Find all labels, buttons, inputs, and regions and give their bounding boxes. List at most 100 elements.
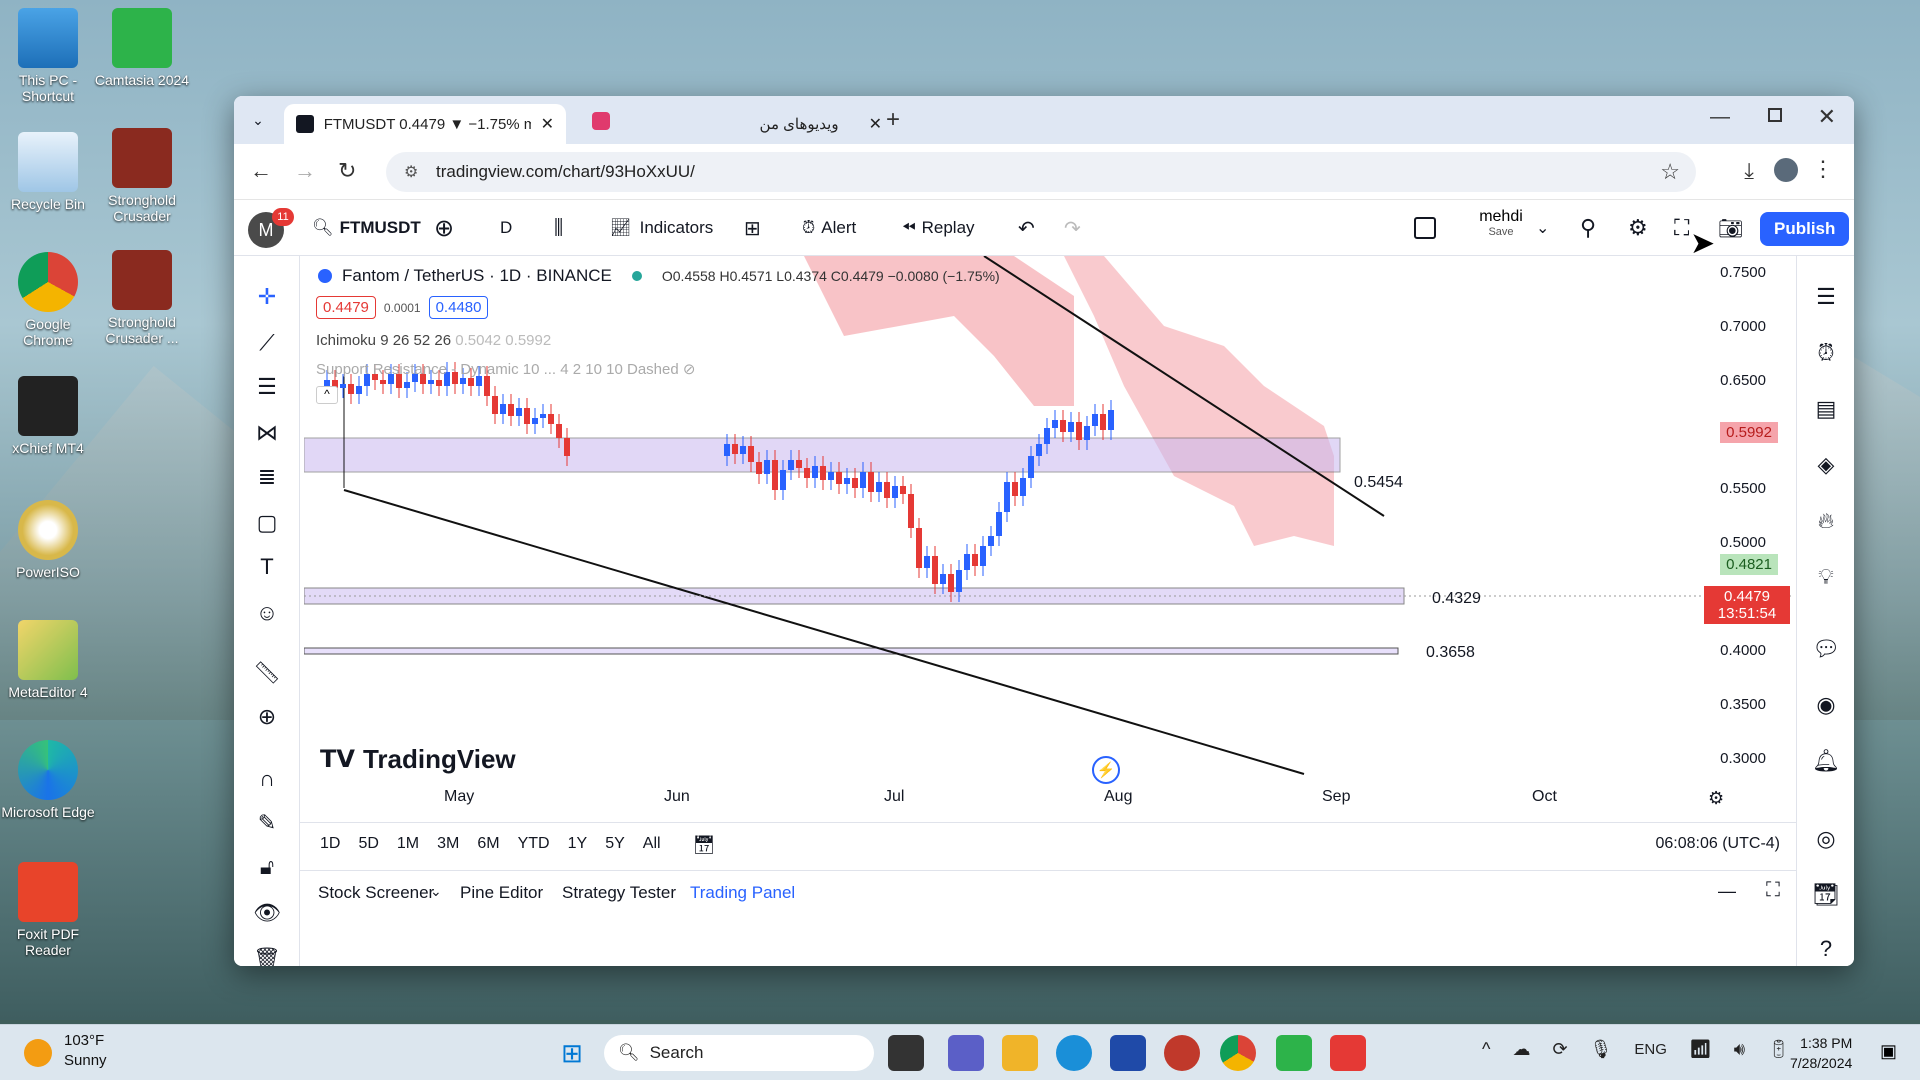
notification-center-icon[interactable]: ▣ (1880, 1041, 1897, 1062)
lock-icon[interactable]: 🔓︎ (250, 850, 284, 884)
chart-type-candles-icon[interactable]: ⫼ (554, 200, 563, 256)
tab-stock-screener[interactable]: Stock Screener (318, 883, 434, 903)
axis-settings-gear-icon[interactable]: ⚙ (1708, 788, 1724, 809)
rectangle-shape-icon[interactable]: ▢ (250, 506, 284, 540)
desktop-icon-poweriso[interactable]: PowerISO (0, 500, 96, 580)
undo-icon[interactable]: ↶ (1018, 200, 1035, 256)
trend-line-icon[interactable]: ⟋ (250, 326, 284, 360)
range-1d[interactable]: 1D (320, 835, 340, 856)
tab-strategy-tester[interactable]: Strategy Tester (562, 883, 676, 903)
chat-icon[interactable]: 💬︎ (1809, 632, 1843, 666)
dom-target-icon[interactable]: ◎ (1809, 822, 1843, 856)
symbol-search-button[interactable]: 🔍︎ FTMUSDT (312, 200, 421, 256)
text-tool-icon[interactable]: T (250, 550, 284, 584)
forward-button[interactable]: → (294, 158, 316, 184)
chrome-taskbar-icon[interactable] (1220, 1035, 1256, 1071)
close-window-button[interactable]: ✕ (1818, 104, 1836, 130)
settings-gear-icon[interactable]: ⚙ (1628, 200, 1648, 256)
compare-symbol-button[interactable]: ⊕ (434, 200, 454, 256)
indicator-sr-label[interactable]: Support Resistance - Dynamic 10 ... 4 2 … (316, 360, 695, 378)
fib-retracement-icon[interactable]: ≣ (250, 460, 284, 494)
pencil-lock-icon[interactable]: ✎ (250, 806, 284, 840)
range-1m[interactable]: 1M (397, 835, 419, 856)
screener-chevron-down-icon[interactable]: ⌄ (430, 883, 442, 900)
recorder-taskbar-icon[interactable] (1330, 1035, 1366, 1071)
chart-pane[interactable]: Fantom / TetherUS · 1D · BINANCE O0.4558… (304, 256, 1794, 821)
profile-avatar[interactable] (1774, 158, 1798, 182)
weather-widget[interactable]: 103°F Sunny (64, 1031, 107, 1071)
teams-icon[interactable] (948, 1035, 984, 1071)
horizontal-lines-icon[interactable]: ☰ (250, 370, 284, 404)
goto-date-calendar-icon[interactable]: 📅︎ (693, 835, 716, 856)
desktop-icon-recycle-bin[interactable]: Recycle Bin (0, 132, 96, 212)
replay-button[interactable]: ⏪︎ Replay (902, 200, 975, 256)
tab-pine-editor[interactable]: Pine Editor (460, 883, 543, 903)
calendar-icon[interactable]: 📆︎ (1809, 878, 1843, 912)
magnet-icon[interactable]: ∩ (250, 762, 284, 796)
file-explorer-icon[interactable] (1002, 1035, 1038, 1071)
redo-icon[interactable]: ↷ (1064, 200, 1081, 256)
ruler-icon[interactable]: 📏︎ (250, 656, 284, 690)
desktop-icon-foxit[interactable]: Foxit PDF Reader (0, 862, 96, 958)
download-icon[interactable]: ⤓ (1744, 158, 1754, 184)
help-icon[interactable]: ? (1809, 932, 1843, 966)
emoji-icon[interactable]: ☺ (250, 596, 284, 630)
tab-tradingview[interactable]: FTMUSDT 0.4479 ▼ −1.75% ma ✕ (284, 104, 566, 144)
language-indicator[interactable]: ENG (1634, 1041, 1667, 1058)
reload-button[interactable]: ↻ (338, 158, 356, 184)
alert-button[interactable]: ⏰︎ Alert (802, 200, 856, 256)
range-6m[interactable]: 6M (477, 835, 499, 856)
watchlist-icon[interactable]: ☰ (1809, 280, 1843, 314)
desktop-icon-camtasia[interactable]: Camtasia 2024 (94, 8, 190, 88)
indicators-button[interactable]: 📈︎ Indicators (610, 200, 713, 256)
zoom-in-icon[interactable]: ⊕ (250, 700, 284, 734)
desktop-icon-this-pc[interactable]: This PC - Shortcut (0, 8, 96, 104)
notifications-bell-icon[interactable]: 🔔︎ (1809, 744, 1843, 778)
layout-square-icon[interactable] (1414, 200, 1436, 256)
desktop-icon-xchief[interactable]: xChief MT4 (0, 376, 96, 456)
desktop-icon-edge[interactable]: Microsoft Edge (0, 740, 96, 820)
close-tab-icon[interactable]: ✕ (869, 114, 882, 134)
interval-button[interactable]: D (500, 200, 512, 256)
maximize-button[interactable] (1768, 108, 1782, 122)
collapse-legend-chevron-icon[interactable]: ^ (316, 386, 338, 404)
desktop-icon-stronghold[interactable]: Stronghold Crusader (94, 128, 190, 224)
url-field[interactable]: ⚙ tradingview.com/chart/93HoXxUU/ ☆ (386, 152, 1696, 192)
app-p-icon[interactable] (1164, 1035, 1200, 1071)
buy-price-button[interactable]: 0.4480 (428, 296, 489, 319)
streams-icon[interactable]: ◉ (1809, 688, 1843, 722)
microphone-icon[interactable]: 🎙︎ (1590, 1039, 1613, 1060)
close-tab-icon[interactable]: ✕ (541, 114, 554, 134)
hidden-eye-icon[interactable]: ⊘ (683, 361, 696, 378)
fullscreen-icon[interactable]: ⛶ (1674, 200, 1689, 256)
indicator-ichimoku-label[interactable]: Ichimoku 9 26 52 26 0.5042 0.5992 (316, 332, 551, 349)
ideas-bulb-icon[interactable]: 💡︎ (1809, 560, 1843, 594)
range-1y[interactable]: 1Y (568, 835, 588, 856)
lightning-event-icon[interactable]: ⚡ (1092, 756, 1120, 784)
task-view-icon[interactable] (888, 1035, 924, 1071)
trash-icon[interactable]: 🗑︎ (250, 942, 284, 966)
eye-icon[interactable]: 👁︎ (250, 896, 284, 930)
chart-clock[interactable]: 06:08:06 (UTC-4) (1656, 835, 1781, 853)
taskbar-clock[interactable]: 1:38 PM 7/28/2024 (1790, 1033, 1852, 1073)
tab-search-chevron-icon[interactable]: ⌄ (248, 110, 268, 130)
alerts-clock-icon[interactable]: ⏰︎ (1809, 336, 1843, 370)
wifi-icon[interactable]: 📶︎ (1689, 1039, 1712, 1060)
minimize-button[interactable]: — (1710, 106, 1730, 129)
cloud-icon[interactable]: ☁ (1512, 1039, 1530, 1060)
browser-menu-icon[interactable]: ⋮ (1812, 156, 1834, 182)
range-3m[interactable]: 3M (437, 835, 459, 856)
camtasia-taskbar-icon[interactable] (1276, 1035, 1312, 1071)
edge-taskbar-icon[interactable] (1056, 1035, 1092, 1071)
new-tab-button[interactable]: + (886, 106, 900, 134)
publish-button[interactable]: Publish (1760, 212, 1850, 246)
hotlists-flame-icon[interactable]: 🔥︎ (1809, 504, 1843, 538)
range-all[interactable]: All (643, 835, 661, 856)
tab-trading-panel[interactable]: Trading Panel (690, 883, 795, 903)
quick-search-icon[interactable]: ⚲ (1580, 200, 1596, 256)
back-button[interactable]: ← (250, 158, 272, 184)
minimize-panel-icon[interactable]: — (1718, 881, 1736, 902)
store-icon[interactable] (1110, 1035, 1146, 1071)
desktop-icon-metaeditor[interactable]: MetaEditor 4 (0, 620, 96, 700)
desktop-icon-chrome[interactable]: Google Chrome (0, 252, 96, 348)
